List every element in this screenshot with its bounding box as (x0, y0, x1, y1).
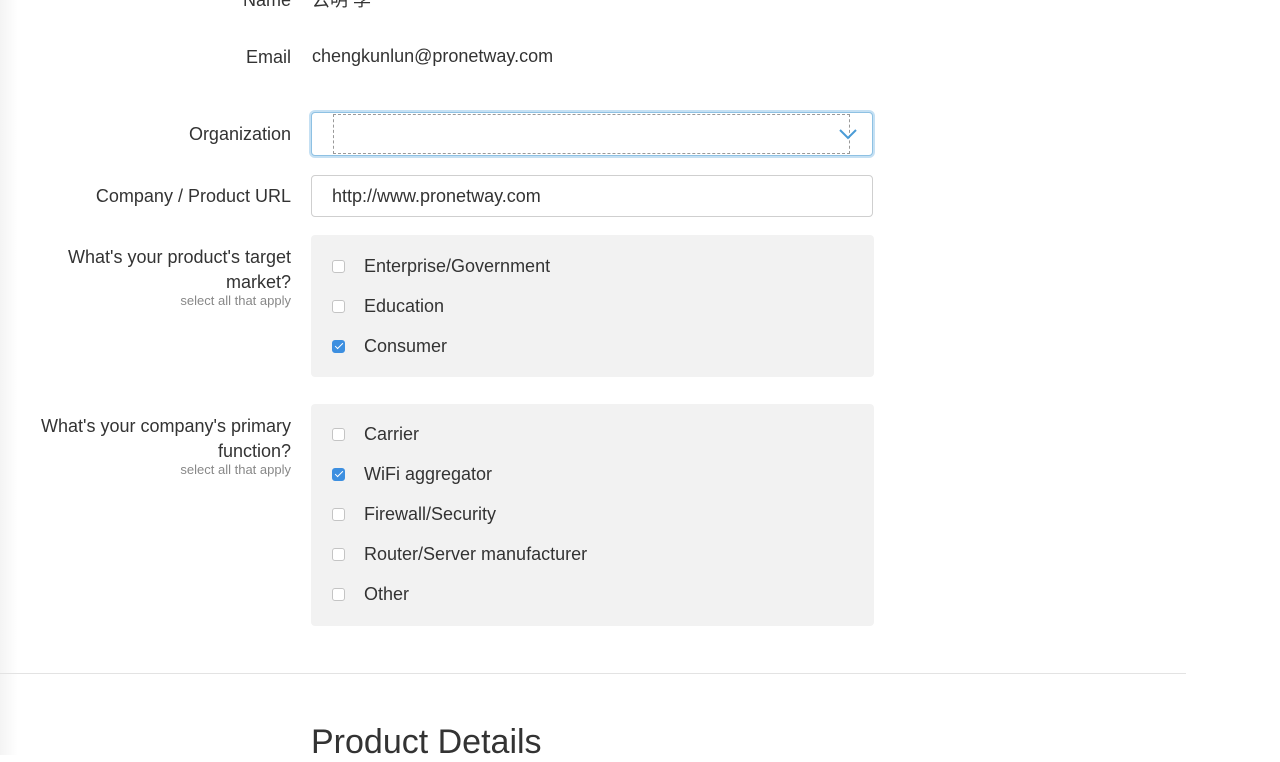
checkbox[interactable] (332, 299, 345, 313)
option-firewall-security[interactable]: Firewall/Security (332, 501, 496, 527)
option-consumer[interactable]: Consumer (332, 333, 447, 359)
option-label: Consumer (364, 335, 448, 356)
target-market-panel: Enterprise/Government Education Consumer (311, 235, 874, 377)
checkbox-checked[interactable] (332, 339, 345, 353)
organization-label: Organization (188, 124, 291, 144)
option-label: Education (364, 295, 445, 316)
option-label: Carrier (364, 423, 420, 444)
url-label: Company / Product URL (95, 186, 291, 206)
checkbox[interactable] (332, 587, 345, 601)
organization-select[interactable] (311, 112, 873, 156)
chevron-down-icon (839, 129, 857, 140)
option-label: Enterprise/Government (364, 255, 551, 276)
section-divider (0, 673, 1186, 674)
target-market-label: What's your product's target market? (68, 247, 291, 292)
name-value: 云明 李 (312, 0, 372, 10)
option-other[interactable]: Other (332, 581, 409, 607)
email-value: chengkunlun@pronetway.com (312, 46, 554, 66)
primary-function-panel: Carrier WiFi aggregator Firewall/Securit… (311, 404, 874, 626)
option-education[interactable]: Education (332, 293, 444, 319)
option-label: Router/Server manufacturer (364, 543, 588, 564)
checkbox[interactable] (332, 547, 345, 561)
checkbox[interactable] (332, 507, 345, 521)
url-input[interactable] (311, 175, 873, 217)
name-label: Name (242, 0, 291, 10)
option-label: Firewall/Security (364, 503, 497, 524)
option-enterprise-government[interactable]: Enterprise/Government (332, 253, 550, 279)
option-carrier[interactable]: Carrier (332, 421, 419, 447)
email-label: Email (245, 47, 291, 67)
option-label: WiFi aggregator (364, 463, 493, 484)
organization-select-value (333, 114, 850, 154)
checkbox[interactable] (332, 259, 345, 273)
primary-function-hint: select all that apply (180, 462, 291, 477)
option-router-server-manufacturer[interactable]: Router/Server manufacturer (332, 541, 587, 567)
option-wifi-aggregator[interactable]: WiFi aggregator (332, 461, 492, 487)
section-title: Product Details (311, 723, 542, 761)
checkbox-checked[interactable] (332, 467, 345, 481)
target-market-hint: select all that apply (180, 293, 291, 308)
option-label: Other (364, 583, 410, 604)
primary-function-label: What's your company's primary function? (41, 416, 291, 461)
checkbox[interactable] (332, 427, 345, 441)
page-edge-shade (0, 0, 18, 755)
